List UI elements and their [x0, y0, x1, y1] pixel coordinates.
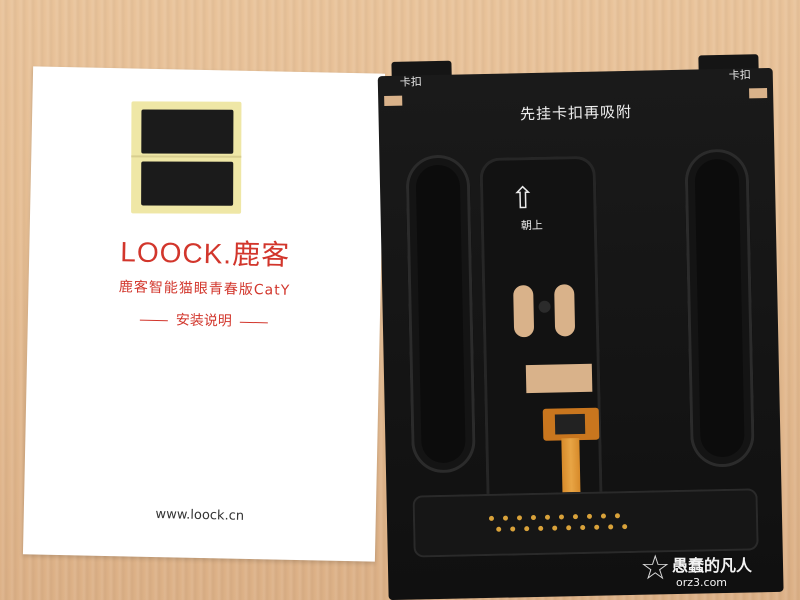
clip-label-left: 卡扣: [399, 75, 422, 89]
pogo-pin: [580, 524, 586, 531]
plate-notch: [384, 95, 403, 107]
connector-chip: [554, 413, 586, 435]
pad-backing-slit: [131, 155, 242, 158]
pogo-pin: [488, 515, 495, 521]
divider: [239, 321, 268, 323]
plate-notch: [749, 88, 768, 99]
watermark-url: orz3.com: [676, 576, 728, 589]
pogo-pin: [586, 513, 593, 519]
adhesive-pad: [141, 161, 234, 206]
pogo-pin: [524, 526, 530, 532]
slot-right: [684, 148, 755, 468]
clip-label-right: 卡扣: [728, 68, 751, 82]
section-title-row: 安装说明: [28, 306, 380, 333]
pogo-pin: [502, 515, 509, 521]
slot-left: [405, 154, 477, 474]
keyhole-slot: [554, 284, 576, 337]
pogo-pin: [530, 514, 537, 521]
flex-cable: [542, 407, 601, 493]
watermark-text: 愚蠢的凡人: [672, 556, 753, 575]
pogo-pin: [566, 525, 572, 531]
pogo-pin: [552, 525, 558, 531]
brand-en: LOOCK: [120, 236, 224, 270]
up-label: 朝上: [520, 218, 543, 233]
pogo-pin: [544, 514, 551, 520]
pogo-pin: [572, 514, 579, 520]
section-title: 安装说明: [175, 312, 233, 330]
brand-cn: 鹿客: [231, 238, 291, 271]
divider: [139, 319, 168, 321]
star-icon: ☆: [640, 548, 671, 588]
up-arrow-icon: ⇧: [509, 180, 536, 217]
flex-ribbon: [561, 438, 581, 493]
pogo-pin: [496, 526, 502, 532]
pogo-pin: [510, 526, 516, 532]
product-name: 鹿客智能猫眼青春版CatY: [118, 279, 291, 299]
cable-window: [525, 363, 593, 394]
plate-instruction: 先挂卡扣再吸附: [519, 102, 633, 124]
pogo-pin: [516, 515, 523, 521]
brand-logo: LOOCK.鹿客: [29, 228, 382, 275]
pogo-pin: [622, 524, 628, 530]
pogo-pin: [558, 514, 565, 520]
keyhole-slot: [513, 284, 535, 338]
pogo-pin: [600, 513, 607, 519]
adhesive-pad: [141, 109, 234, 154]
website-url: www.loock.cn: [155, 507, 245, 524]
adhesive-pads: [131, 101, 242, 214]
pogo-pins: [488, 513, 639, 538]
pogo-pin: [608, 524, 614, 530]
manual-booklet: LOOCK.鹿客 鹿客智能猫眼青春版CatY 安装说明 www.loock.cn: [22, 66, 386, 562]
plate-body: 先挂卡扣再吸附 ⇧ 朝上: [377, 67, 784, 600]
watermark: ☆ 愚蠢的凡人 orz3.com: [640, 548, 800, 598]
pogo-pin: [594, 524, 600, 530]
pogo-pin: [614, 513, 621, 519]
pogo-pin: [538, 525, 544, 531]
mount-plate: 先挂卡扣再吸附 ⇧ 朝上 卡扣 卡扣: [377, 54, 784, 600]
